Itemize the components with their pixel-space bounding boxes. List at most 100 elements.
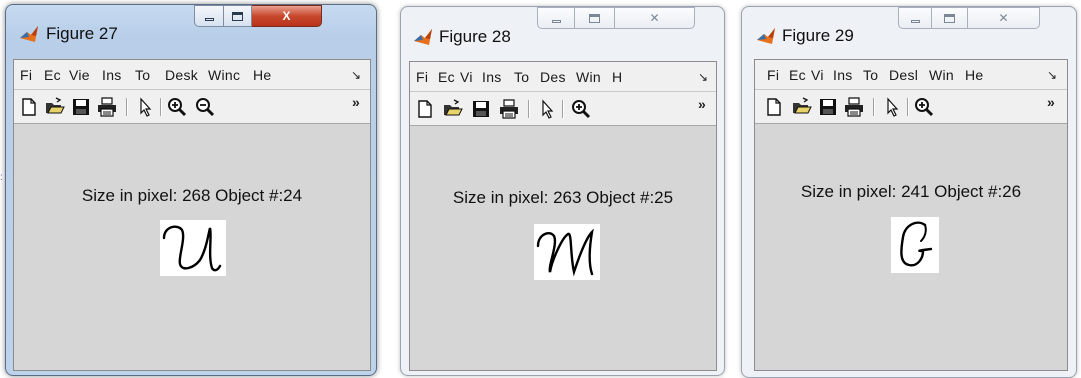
menu-edit[interactable]: Ec: [44, 67, 61, 83]
figure-axes-area: Size in pixel: 263 Object #:25 N: [410, 126, 716, 370]
minimize-button[interactable]: [898, 7, 932, 29]
menu-help[interactable]: He: [965, 67, 984, 83]
maximize-icon: [232, 11, 243, 21]
figure-window-27[interactable]: Figure 27 X Fi Ec Vie Ins To Desk Winc H…: [5, 4, 377, 376]
title-bar[interactable]: Figure 28 ✕: [401, 7, 724, 46]
zoom-in-icon[interactable]: [570, 98, 592, 120]
zoom-out-icon[interactable]: [194, 96, 216, 118]
minimize-icon: [551, 19, 561, 23]
figure-toolbar: »: [755, 90, 1067, 124]
menu-overflow-icon[interactable]: ↘: [698, 70, 708, 84]
toolbar-overflow-icon[interactable]: »: [1047, 94, 1055, 110]
image-caption: Size in pixel: 241 Object #:26: [800, 182, 1022, 201]
maximize-icon: [589, 13, 600, 23]
close-button[interactable]: X: [252, 5, 322, 27]
menu-insert[interactable]: Ins: [482, 69, 502, 85]
save-icon[interactable]: [470, 98, 492, 120]
menu-view[interactable]: Vi: [811, 67, 824, 83]
minimize-button[interactable]: [194, 5, 224, 27]
menu-tools[interactable]: To: [514, 69, 529, 85]
menu-bar: Fi Ec Vie Ins To Desk Winc He ↘: [14, 60, 370, 90]
menu-file[interactable]: Fi: [20, 67, 32, 83]
menu-bar: Fi Ec Vi Ins To Des Win H ↘: [410, 62, 716, 92]
minimize-icon: [910, 19, 920, 23]
figure-axes-area: Size in pixel: 241 Object #:26 G: [755, 124, 1067, 370]
menu-tools[interactable]: To: [863, 67, 878, 83]
close-button[interactable]: ✕: [968, 7, 1040, 29]
menu-window[interactable]: Winc: [208, 67, 240, 83]
menu-insert[interactable]: Ins: [102, 67, 122, 83]
image-caption: Size in pixel: 268 Object #:24: [81, 186, 303, 205]
open-folder-icon[interactable]: [442, 98, 464, 120]
matlab-logo-icon: [757, 28, 775, 44]
figure-axes-area: Size in pixel: 268 Object #:24 U: [14, 124, 370, 370]
maximize-button[interactable]: [575, 7, 615, 29]
figure-toolbar: »: [410, 92, 716, 126]
menu-desktop[interactable]: Desk: [165, 67, 198, 83]
menu-overflow-icon[interactable]: ↘: [1047, 68, 1057, 82]
close-icon: X: [282, 9, 291, 23]
handwritten-glyph: [900, 221, 933, 267]
open-folder-icon[interactable]: [44, 96, 66, 118]
character-image: U: [160, 220, 226, 276]
new-file-icon[interactable]: [18, 96, 40, 118]
toolbar-separator: [907, 98, 909, 116]
menu-bar: Fi Ec Vi Ins To Desl Win He ↘: [755, 60, 1067, 90]
handwritten-glyph: [162, 225, 222, 272]
window-title: Figure 29: [782, 26, 854, 45]
maximize-icon: [944, 13, 955, 23]
toolbar-separator: [562, 100, 564, 118]
select-arrow-icon[interactable]: [134, 96, 156, 118]
character-image: N: [534, 224, 600, 280]
image-caption: Size in pixel: 263 Object #:25: [452, 188, 674, 207]
toolbar-separator: [873, 98, 875, 116]
menu-edit[interactable]: Ec: [438, 69, 455, 85]
minimize-button[interactable]: [537, 7, 575, 29]
close-icon: ✕: [649, 11, 660, 25]
menu-desktop[interactable]: Des: [540, 69, 566, 85]
zoom-in-icon[interactable]: [166, 96, 188, 118]
menu-window[interactable]: Win: [576, 69, 601, 85]
handwritten-glyph: [536, 228, 594, 277]
menu-file[interactable]: Fi: [767, 67, 779, 83]
toolbar-overflow-icon[interactable]: »: [352, 94, 360, 110]
close-icon: ✕: [998, 11, 1009, 25]
menu-help[interactable]: H: [612, 69, 622, 85]
menu-view[interactable]: Vi: [460, 69, 473, 85]
figure-toolbar: »: [14, 90, 370, 124]
new-file-icon[interactable]: [763, 96, 785, 118]
matlab-logo-icon: [20, 26, 38, 42]
print-icon[interactable]: [96, 96, 118, 118]
menu-desktop[interactable]: Desl: [889, 67, 918, 83]
matlab-logo-icon: [414, 29, 432, 45]
save-icon[interactable]: [817, 96, 839, 118]
close-button[interactable]: ✕: [615, 7, 695, 29]
select-arrow-icon[interactable]: [536, 98, 558, 120]
figure-window-29[interactable]: Figure 29 ✕ Fi Ec Vi Ins To Desl Win He …: [741, 6, 1077, 378]
menu-overflow-icon[interactable]: ↘: [351, 68, 361, 82]
menu-tools[interactable]: To: [135, 67, 150, 83]
toolbar-separator: [160, 98, 162, 116]
figure-window-28[interactable]: Figure 28 ✕ Fi Ec Vi Ins To Des Win H ↘: [400, 6, 725, 376]
zoom-in-icon[interactable]: [913, 96, 935, 118]
edge-artifact: :: [0, 172, 3, 183]
new-file-icon[interactable]: [414, 98, 436, 120]
maximize-button[interactable]: [224, 5, 252, 27]
select-arrow-icon[interactable]: [881, 96, 903, 118]
menu-insert[interactable]: Ins: [833, 67, 853, 83]
menu-help[interactable]: He: [253, 67, 272, 83]
menu-window[interactable]: Win: [929, 67, 954, 83]
menu-edit[interactable]: Ec: [789, 67, 806, 83]
toolbar-overflow-icon[interactable]: »: [698, 96, 706, 112]
menu-file[interactable]: Fi: [416, 69, 428, 85]
print-icon[interactable]: [843, 96, 865, 118]
save-icon[interactable]: [70, 96, 92, 118]
print-icon[interactable]: [498, 98, 520, 120]
character-image: G: [891, 217, 939, 273]
open-folder-icon[interactable]: [791, 96, 813, 118]
menu-view[interactable]: Vie: [69, 67, 90, 83]
toolbar-separator: [126, 98, 128, 116]
title-bar[interactable]: Figure 29 ✕: [742, 7, 1076, 45]
maximize-button[interactable]: [932, 7, 968, 29]
title-bar[interactable]: Figure 27 X: [6, 5, 376, 43]
